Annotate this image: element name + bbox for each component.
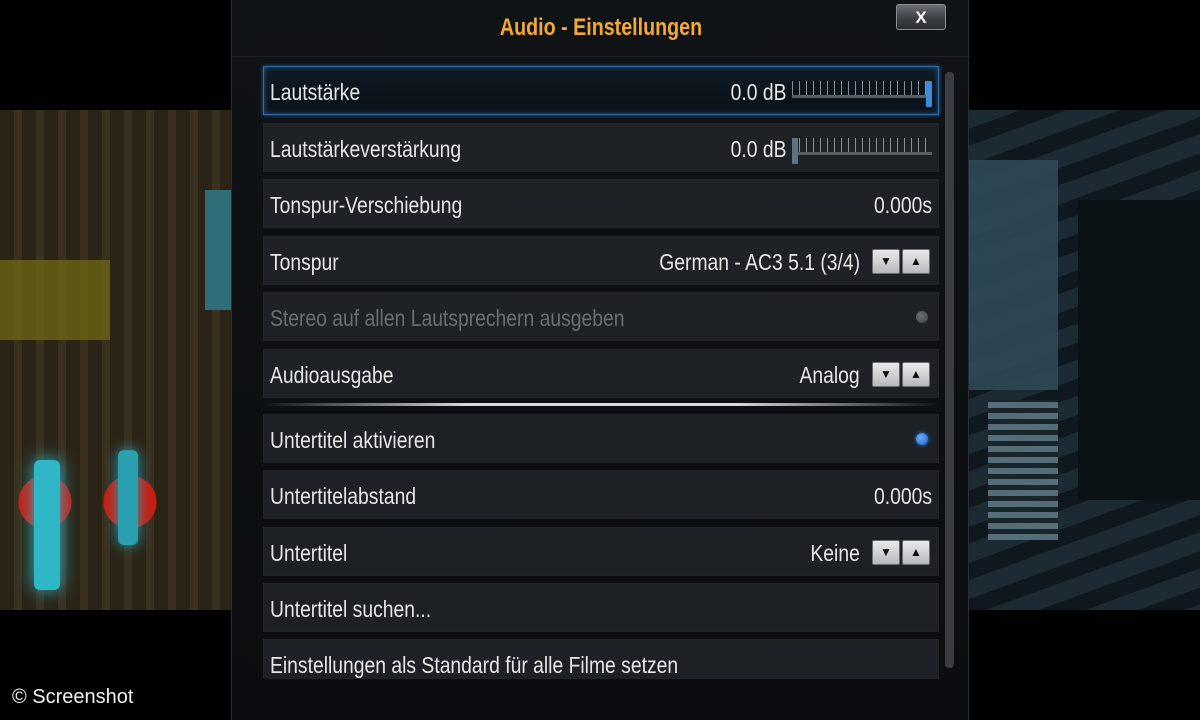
setting-row-search-subtitles[interactable]: Untertitel suchen... bbox=[263, 583, 939, 632]
setting-value: 0.000s bbox=[873, 192, 932, 218]
background-shape bbox=[118, 450, 138, 545]
scrollbar-thumb[interactable] bbox=[945, 72, 954, 668]
setting-label: Untertitelabstand bbox=[270, 483, 417, 509]
spinner-down-button[interactable]: ▼ bbox=[872, 362, 900, 387]
setting-value: Keine bbox=[810, 540, 860, 566]
setting-label: Einstellungen als Standard für alle Film… bbox=[270, 652, 679, 678]
setting-value: 0.0 dB bbox=[730, 79, 786, 105]
spinner-control: ▼ ▲ bbox=[872, 249, 932, 274]
setting-label: Untertitel suchen... bbox=[270, 596, 432, 622]
setting-row-stereo-upmix: Stereo auf allen Lautsprechern ausgeben bbox=[263, 292, 939, 341]
setting-value: 0.0 dB bbox=[730, 136, 786, 162]
background-shape bbox=[988, 400, 1058, 540]
volume-slider[interactable] bbox=[792, 81, 932, 107]
section-divider bbox=[263, 403, 939, 406]
dialog-header: Audio - Einstellungen X bbox=[232, 0, 970, 57]
setting-row-subtitle-offset[interactable]: Untertitelabstand 0.000s bbox=[263, 470, 939, 519]
setting-label: Untertitel aktivieren bbox=[270, 427, 436, 453]
setting-row-audio-output[interactable]: Audioausgabe Analog ▼ ▲ bbox=[263, 349, 939, 398]
slider-knob[interactable] bbox=[792, 138, 798, 164]
background-shape bbox=[205, 190, 232, 310]
background-video-right bbox=[968, 110, 1200, 610]
spinner-up-button[interactable]: ▲ bbox=[902, 540, 930, 565]
setting-label: Untertitel bbox=[270, 540, 348, 566]
close-button[interactable]: X bbox=[896, 4, 946, 30]
radio-indicator-on[interactable] bbox=[916, 433, 928, 445]
slider-track bbox=[792, 152, 932, 155]
scrollbar[interactable] bbox=[945, 72, 954, 668]
radio-indicator-off bbox=[916, 311, 928, 323]
spinner-up-button[interactable]: ▲ bbox=[902, 362, 930, 387]
background-shape bbox=[968, 160, 1058, 390]
setting-value: Analog bbox=[799, 362, 860, 388]
setting-row-volume[interactable]: Lautstärke 0.0 dB bbox=[263, 66, 939, 115]
setting-label: Stereo auf allen Lautsprechern ausgeben bbox=[270, 305, 625, 331]
screenshot-credit: © Screenshot bbox=[12, 686, 134, 708]
setting-label: Lautstärkeverstärkung bbox=[270, 136, 462, 162]
spinner-control: ▼ ▲ bbox=[872, 362, 932, 387]
amplification-slider[interactable] bbox=[792, 138, 932, 164]
setting-row-set-as-default[interactable]: Einstellungen als Standard für alle Film… bbox=[263, 639, 939, 679]
setting-label: Lautstärke bbox=[270, 79, 361, 105]
setting-row-volume-amplification[interactable]: Lautstärkeverstärkung 0.0 dB bbox=[263, 123, 939, 172]
dialog-title: Audio - Einstellungen bbox=[499, 14, 703, 41]
background-video-left bbox=[0, 110, 232, 610]
setting-row-audio-stream[interactable]: Tonspur German - AC3 5.1 (3/4) ▼ ▲ bbox=[263, 236, 939, 285]
setting-row-subtitle-stream[interactable]: Untertitel Keine ▼ ▲ bbox=[263, 527, 939, 576]
slider-knob[interactable] bbox=[926, 81, 932, 107]
setting-row-audio-offset[interactable]: Tonspur-Verschiebung 0.000s bbox=[263, 179, 939, 228]
setting-value: German - AC3 5.1 (3/4) bbox=[659, 249, 860, 275]
audio-settings-dialog: Audio - Einstellungen X Lautstärke 0.0 d… bbox=[231, 0, 970, 720]
background-shape bbox=[34, 460, 60, 590]
spinner-down-button[interactable]: ▼ bbox=[872, 249, 900, 274]
setting-value: 0.000s bbox=[873, 483, 932, 509]
setting-label: Tonspur bbox=[270, 249, 339, 275]
background-shape bbox=[0, 260, 110, 340]
spinner-up-button[interactable]: ▲ bbox=[902, 249, 930, 274]
setting-row-enable-subtitles[interactable]: Untertitel aktivieren bbox=[263, 414, 939, 463]
setting-label: Audioausgabe bbox=[270, 362, 394, 388]
setting-label: Tonspur-Verschiebung bbox=[270, 192, 463, 218]
slider-track bbox=[792, 95, 932, 98]
spinner-down-button[interactable]: ▼ bbox=[872, 540, 900, 565]
background-shape bbox=[1078, 200, 1200, 500]
spinner-control: ▼ ▲ bbox=[872, 540, 932, 565]
